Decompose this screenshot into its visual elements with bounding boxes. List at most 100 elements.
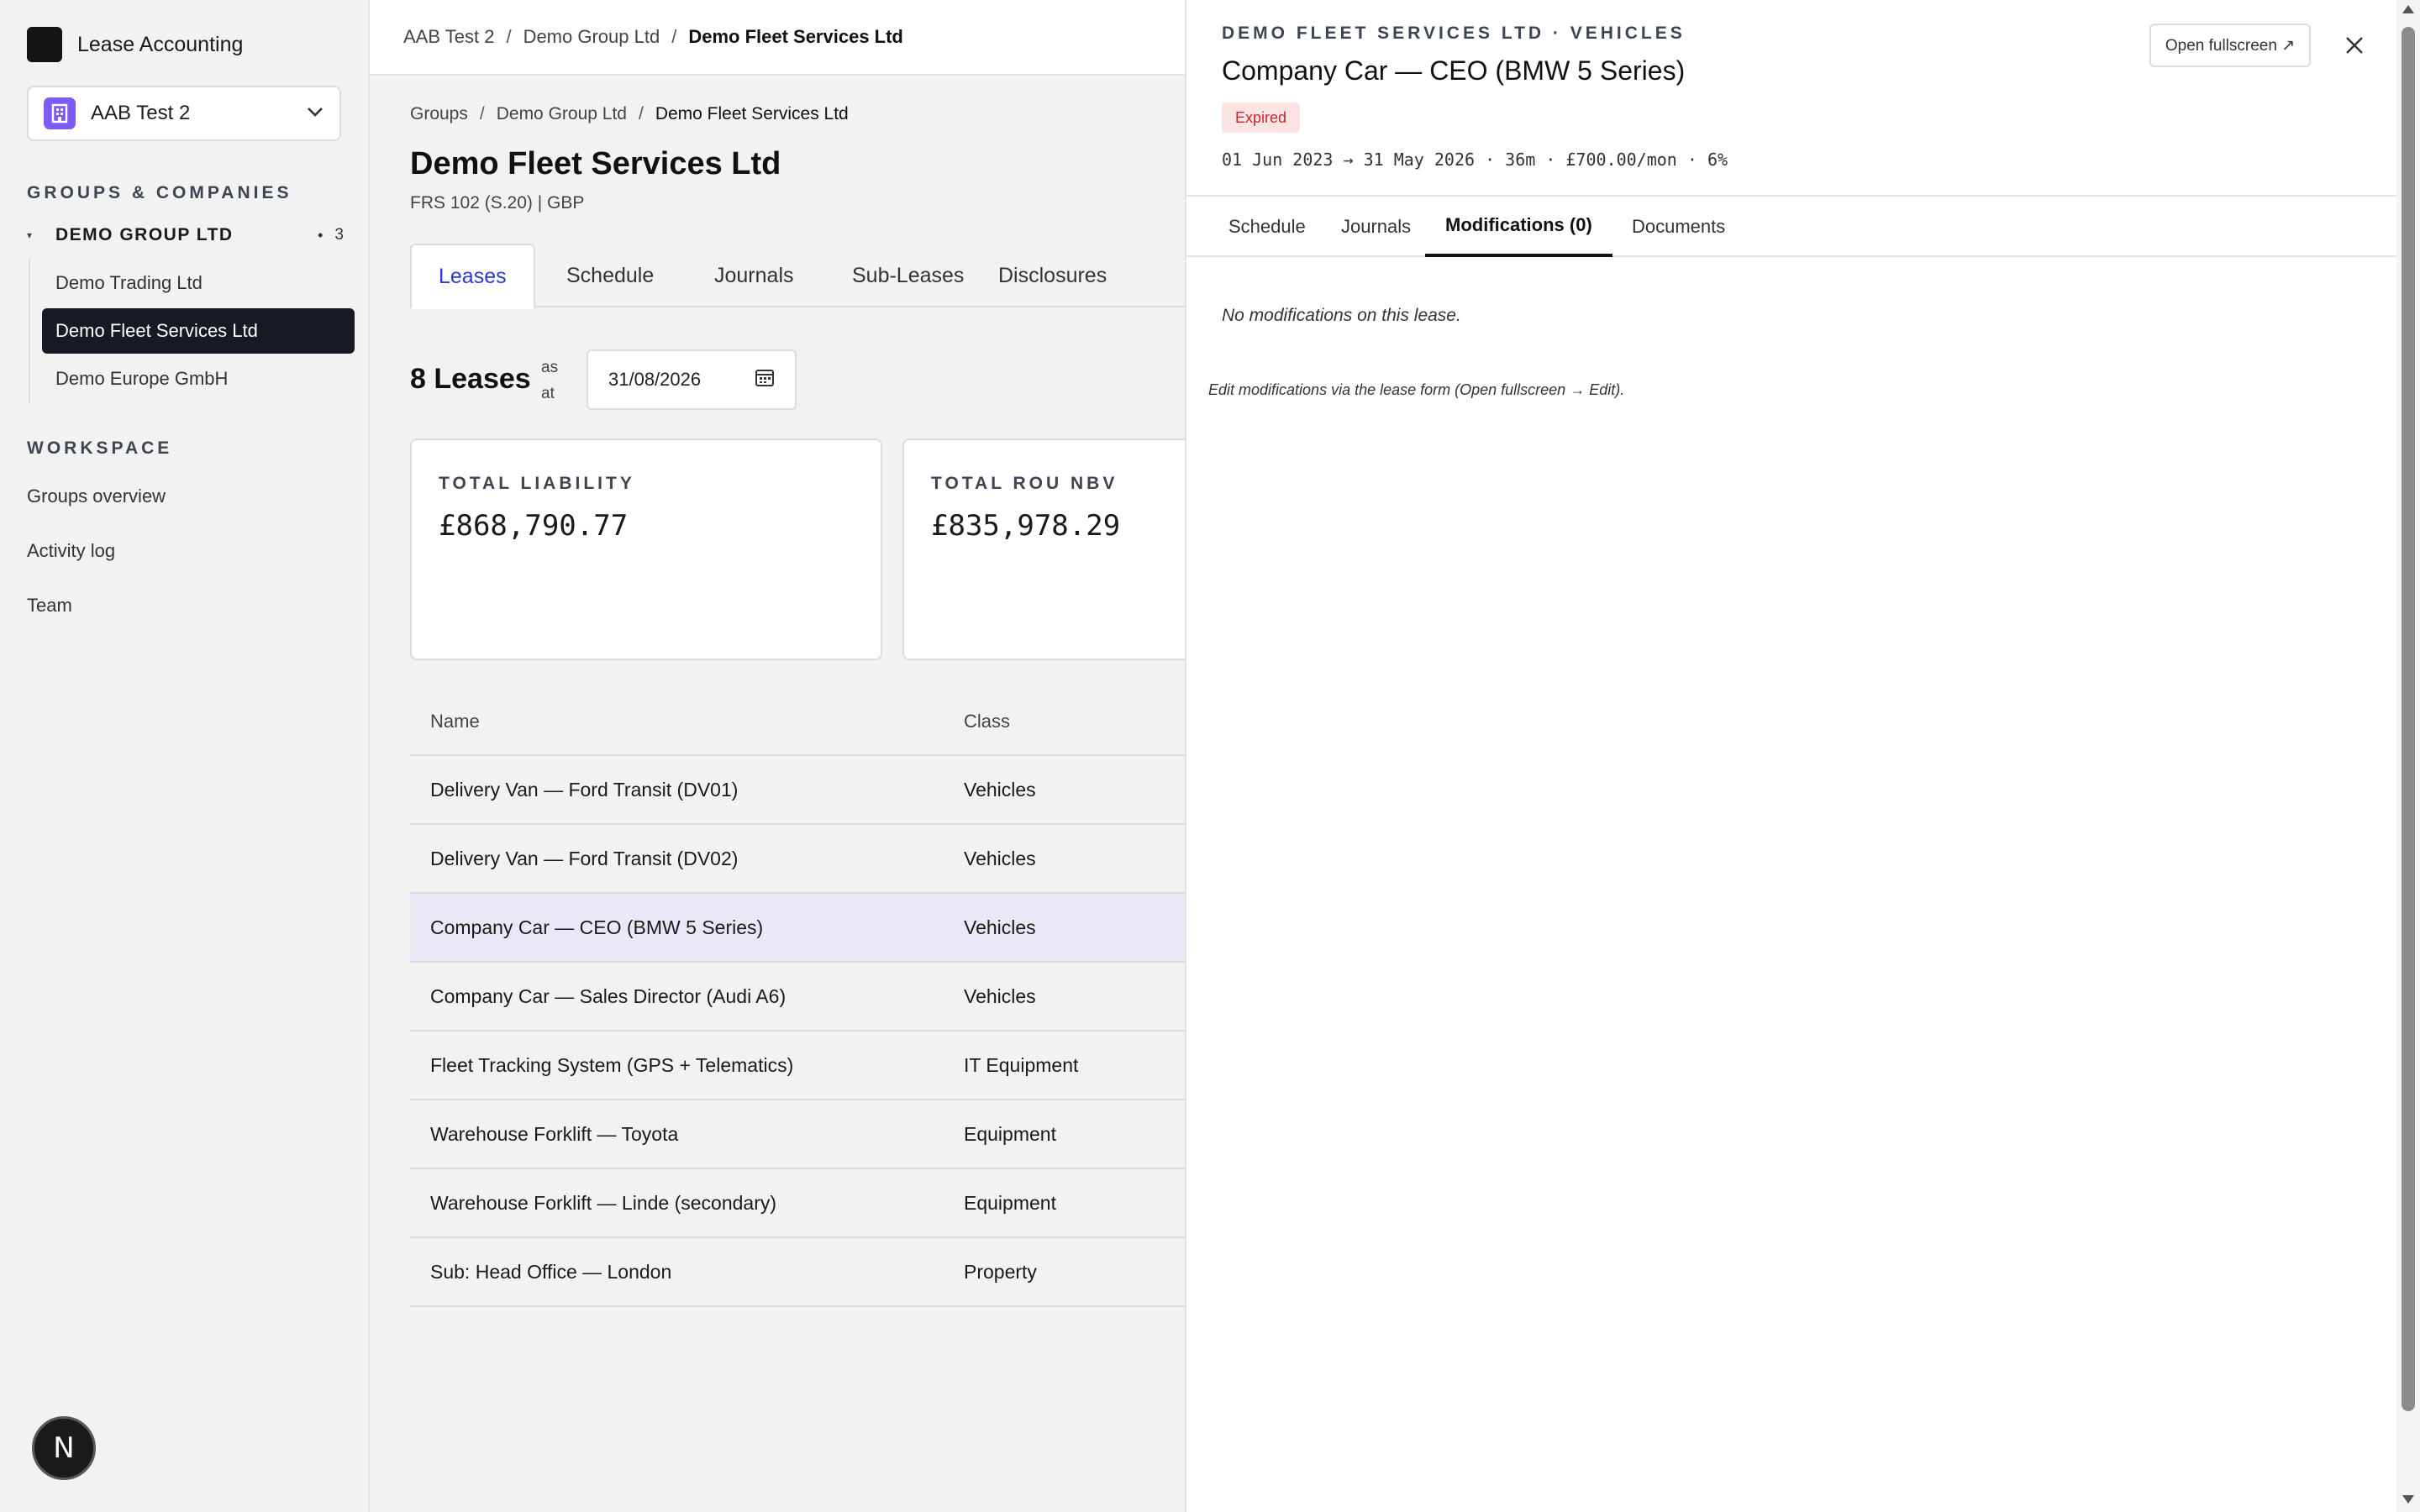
lease-name: Company Car — CEO (BMW 5 Series) [430, 916, 764, 938]
drawer-title: Company Car — CEO (BMW 5 Series) [1222, 55, 1686, 86]
scroll-down-arrow-icon[interactable] [2402, 1495, 2414, 1504]
tab-schedule[interactable]: Schedule [566, 244, 654, 307]
open-fullscreen-button[interactable]: Open fullscreen ↗ [2149, 24, 2311, 67]
table-row[interactable]: Company Car — Sales Director (Audi A6) V… [410, 963, 1210, 1032]
table-row[interactable]: Delivery Van — Ford Transit (DV02) Vehic… [410, 825, 1210, 894]
stat-card-total-liability: TOTAL LIABILITY £868,790.77 [410, 438, 882, 660]
lease-detail-drawer: DEMO FLEET SERVICES LTD · VEHICLES Compa… [1185, 0, 2398, 1512]
table-row[interactable]: Warehouse Forklift — Linde (secondary) E… [410, 1169, 1210, 1238]
drawer-tab-documents[interactable]: Documents [1632, 197, 1725, 257]
group-name: DEMO GROUP LTD [55, 225, 234, 244]
breadcrumb-separator: / [638, 104, 644, 123]
scroll-up-arrow-icon[interactable] [2402, 5, 2414, 13]
table-row[interactable]: Warehouse Forklift — Toyota Equipment [410, 1100, 1210, 1169]
breadcrumb-link[interactable]: Demo Group Ltd [497, 104, 627, 124]
scrollbar-thumb[interactable] [2402, 27, 2415, 1411]
dot-icon: • [318, 226, 324, 244]
table-row[interactable]: Delivery Van — Ford Transit (DV01) Vehic… [410, 756, 1210, 825]
lease-name: Sub: Head Office — London [430, 1260, 672, 1283]
column-header-class[interactable]: Class [964, 711, 1010, 732]
groups-section-title: GROUPS & COMPANIES [27, 183, 292, 202]
top-breadcrumb: AAB Test 2 / Demo Group Ltd / Demo Fleet… [370, 0, 1210, 76]
caret-down-icon: ▾ [27, 229, 33, 241]
lease-name: Fleet Tracking System (GPS + Telematics) [430, 1053, 794, 1076]
company-demo-fleet-services-ltd[interactable]: Demo Fleet Services Ltd [42, 308, 355, 354]
table-header: Name Class [410, 689, 1210, 756]
lease-class: IT Equipment [964, 1053, 1079, 1076]
lease-name: Delivery Van — Ford Transit (DV02) [430, 847, 739, 869]
drawer-eyebrow: DEMO FLEET SERVICES LTD · VEHICLES [1222, 24, 1686, 43]
organization-name: AAB Test 2 [91, 102, 191, 124]
column-header-name[interactable]: Name [410, 711, 964, 732]
drawer-tabs: Schedule Journals Modifications (0) Docu… [1186, 197, 2398, 257]
as-at-line: at [541, 385, 555, 402]
breadcrumb-separator: / [671, 26, 677, 47]
lease-class: Property [964, 1260, 1037, 1283]
tab-sub-leases[interactable]: Sub-Leases [852, 244, 964, 307]
page-title: Demo Fleet Services Ltd [410, 146, 781, 181]
lease-class: Vehicles [964, 778, 1036, 801]
app-logo [27, 27, 62, 62]
stat-card-total-rou-nbv: TOTAL ROU NBV £835,978.29 [902, 438, 1210, 660]
lease-name: Delivery Van — Ford Transit (DV01) [430, 778, 739, 801]
group-demo-group-ltd[interactable]: ▾ DEMO GROUP LTD • 3 [27, 222, 346, 249]
main-content: AAB Test 2 / Demo Group Ltd / Demo Fleet… [370, 0, 1210, 1512]
page-tabs: Leases Schedule Journals Sub-Leases Disc… [410, 244, 1210, 309]
tab-journals[interactable]: Journals [714, 244, 794, 307]
edit-hint: Edit modifications via the lease form (O… [1208, 381, 1625, 398]
breadcrumb-separator: / [479, 104, 485, 123]
company-label: Demo Europe GmbH [55, 368, 229, 389]
stat-value: £835,978.29 [931, 509, 1121, 543]
assistant-button[interactable]: N [32, 1416, 96, 1480]
lease-class: Equipment [964, 1122, 1056, 1145]
drawer-tab-journals[interactable]: Journals [1341, 197, 1411, 257]
stat-label: TOTAL LIABILITY [439, 474, 635, 493]
scrollbar[interactable] [2396, 0, 2420, 1512]
lease-class: Vehicles [964, 847, 1036, 869]
tab-leases[interactable]: Leases [410, 244, 535, 309]
lease-class: Vehicles [964, 984, 1036, 1007]
sidebar: Lease Accounting AAB Test 2 GROUPS & COM… [0, 0, 370, 1512]
company-label: Demo Trading Ltd [55, 272, 203, 293]
company-demo-europe-gmbh[interactable]: Demo Europe GmbH [42, 356, 355, 402]
drawer-tab-modifications[interactable]: Modifications (0) [1425, 197, 1612, 257]
status-badge: Expired [1222, 102, 1301, 133]
workspace-section-title: WORKSPACE [27, 438, 173, 458]
lease-name: Warehouse Forklift — Toyota [430, 1122, 679, 1145]
tab-disclosures[interactable]: Disclosures [998, 244, 1107, 307]
building-icon [44, 97, 76, 129]
breadcrumb-link[interactable]: Groups [410, 104, 468, 124]
breadcrumb-link[interactable]: AAB Test 2 [403, 26, 494, 48]
table-row-selected[interactable]: Company Car — CEO (BMW 5 Series) Vehicle… [410, 894, 1210, 963]
table-row[interactable]: Fleet Tracking System (GPS + Telematics)… [410, 1032, 1210, 1100]
as-at-line: as [541, 359, 559, 376]
lease-name: Warehouse Forklift — Linde (secondary) [430, 1191, 777, 1214]
nav-activity-log[interactable]: Activity log [27, 540, 115, 562]
table-row[interactable]: Sub: Head Office — London Property [410, 1238, 1210, 1307]
stat-label: TOTAL ROU NBV [931, 474, 1118, 493]
chevron-down-icon [306, 106, 324, 122]
stat-value: £868,790.77 [439, 509, 629, 543]
as-at-date-input[interactable]: 31/08/2026 [587, 349, 797, 410]
close-icon[interactable] [2338, 29, 2371, 62]
as-at-label: as at [541, 354, 558, 407]
calendar-icon[interactable] [755, 367, 775, 392]
empty-state-message: No modifications on this lease. [1222, 306, 1461, 325]
breadcrumb-link[interactable]: Demo Group Ltd [523, 26, 660, 48]
organization-select[interactable]: AAB Test 2 [27, 86, 341, 141]
page-subtitle: FRS 102 (S.20) | GBP [410, 193, 585, 213]
group-count: 3 [334, 226, 346, 244]
breadcrumb-separator: / [506, 26, 512, 47]
drawer-tab-schedule[interactable]: Schedule [1228, 197, 1306, 257]
company-demo-trading-ltd[interactable]: Demo Trading Ltd [42, 260, 355, 306]
lease-name: Company Car — Sales Director (Audi A6) [430, 984, 786, 1007]
nav-groups-overview[interactable]: Groups overview [27, 486, 166, 507]
lease-summary: 01 Jun 2023 → 31 May 2026 · 36m · £700.0… [1222, 150, 1728, 170]
leases-table: Name Class Delivery Van — Ford Transit (… [410, 689, 1210, 1307]
date-value: 31/08/2026 [608, 369, 702, 390]
tree-line [29, 259, 30, 403]
brand[interactable]: Lease Accounting [27, 27, 243, 62]
breadcrumb-current: Demo Fleet Services Ltd [688, 26, 903, 47]
nav-team[interactable]: Team [27, 595, 72, 617]
lease-class: Vehicles [964, 916, 1036, 938]
